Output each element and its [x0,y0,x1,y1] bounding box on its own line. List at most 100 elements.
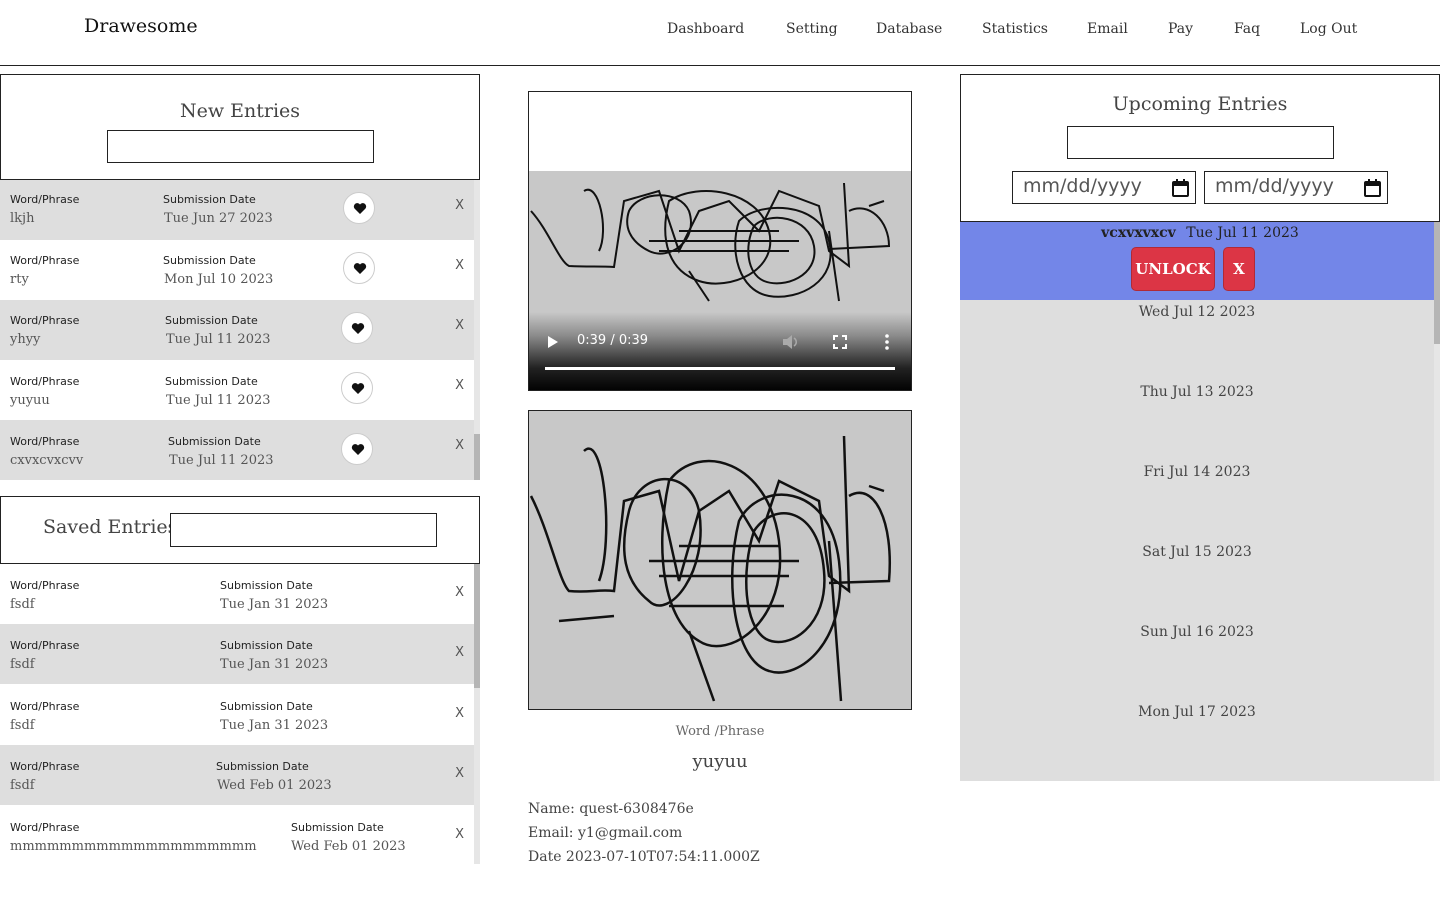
unlock-button[interactable]: UNLOCK [1131,247,1215,291]
upcoming-date-item[interactable]: Thu Jul 13 2023 [960,384,1434,400]
remove-button[interactable]: X [455,766,464,781]
list-item[interactable]: Word/Phrase lkjh Submission Date Tue Jun… [0,180,474,240]
date-value: Tue Jun 27 2023 [164,211,273,226]
remove-button[interactable]: X [455,198,464,213]
heart-icon[interactable] [343,252,375,284]
nav-faq[interactable]: Faq [1234,21,1260,37]
scrollbar-thumb[interactable] [474,564,480,688]
word-value: lkjh [10,211,35,226]
word-label: Word/Phrase [10,314,80,327]
remove-button[interactable]: X [455,438,464,453]
date-value: Wed Feb 01 2023 [291,839,406,854]
nav-statistics[interactable]: Statistics [982,21,1048,37]
video-progress-fill [545,367,895,370]
scrollbar-thumb[interactable] [474,434,480,480]
word-label: Word/Phrase [10,193,80,206]
nav-pay[interactable]: Pay [1168,21,1193,37]
volume-icon[interactable] [782,334,800,350]
detail-word: yuyuu [692,751,748,772]
date-value: Tue Jan 31 2023 [220,597,329,612]
date-to-input[interactable]: mm/dd/yyyy [1204,171,1388,204]
date-label: Submission Date [165,314,258,327]
saved-entries-title: Saved Entries [43,516,178,538]
list-item[interactable]: Word/Phrase fsdf Submission Date Tue Jan… [0,564,474,624]
nav-email[interactable]: Email [1087,21,1128,37]
remove-button[interactable]: X [455,378,464,393]
date-value: Tue Jul 11 2023 [166,332,271,347]
nav-logout[interactable]: Log Out [1300,21,1357,37]
drawing-canvas [528,410,912,710]
list-item[interactable]: Word/Phrase cxvxcvxcvv Submission Date T… [0,420,474,480]
remove-button[interactable]: X [455,258,464,273]
new-entries-search-input[interactable] [107,130,374,163]
list-item[interactable]: Word/Phrase fsdf Submission Date Tue Jan… [0,624,474,684]
detail-date: Date 2023-07-10T07:54:11.000Z [528,849,760,865]
scrollbar-thumb[interactable] [1434,222,1440,344]
word-value: fsdf [10,778,35,793]
date-value: Tue Jul 11 2023 [169,453,274,468]
heart-icon[interactable] [341,312,373,344]
selected-upcoming-item[interactable]: vcxvxvxcv Tue Jul 11 2023 UNLOCK X [960,222,1434,300]
upcoming-date-item[interactable]: Mon Jul 17 2023 [960,704,1434,720]
word-label: Word/Phrase [10,821,80,834]
nav-dashboard[interactable]: Dashboard [667,21,744,37]
date-label: Submission Date [220,639,313,652]
upcoming-search-input[interactable] [1067,126,1334,159]
more-options-icon[interactable] [885,334,889,350]
nav-setting[interactable]: Setting [786,21,838,37]
upcoming-entries-title: Upcoming Entries [1112,93,1288,115]
video-progress-track[interactable] [545,367,895,370]
word-label: Word/Phrase [10,639,80,652]
remove-button[interactable]: X [455,318,464,333]
word-label: Word/Phrase [10,700,80,713]
upcoming-date-item[interactable]: Sun Jul 16 2023 [960,624,1434,640]
nav-database[interactable]: Database [876,21,942,37]
remove-button[interactable]: X [455,706,464,721]
list-item[interactable]: Word/Phrase rty Submission Date Mon Jul … [0,240,474,300]
word-value: fsdf [10,597,35,612]
upcoming-scrollbar[interactable] [1434,222,1440,781]
selected-date: Tue Jul 11 2023 [1186,225,1299,241]
upcoming-entries-list: vcxvxvxcv Tue Jul 11 2023 UNLOCK X Wed J… [960,222,1440,781]
heart-icon[interactable] [341,372,373,404]
remove-button[interactable]: X [455,645,464,660]
calendar-icon[interactable] [1172,179,1189,197]
video-frame [529,171,911,316]
saved-entries-search-input[interactable] [170,513,437,547]
word-label: Word/Phrase [10,254,80,267]
saved-entries-scrollbar[interactable] [474,564,480,864]
list-item[interactable]: Word/Phrase mmmmmmmmmmmmmmmmmmmm Submiss… [0,806,474,864]
play-icon[interactable] [547,335,559,349]
upcoming-date-item[interactable]: Fri Jul 14 2023 [960,464,1434,480]
calendar-icon[interactable] [1364,179,1381,197]
drawing-video-player[interactable]: 0:39 / 0:39 [528,91,912,391]
date-label: Submission Date [163,254,256,267]
date-value: Mon Jul 10 2023 [164,272,274,287]
main-nav: Dashboard Setting Database Statistics Em… [0,21,1440,43]
heart-icon[interactable] [341,433,373,465]
new-entries-header: New Entries [0,74,480,180]
date-from-input[interactable]: mm/dd/yyyy [1012,171,1196,204]
list-item[interactable]: Word/Phrase fsdf Submission Date Wed Feb… [0,745,474,805]
date-value: Wed Feb 01 2023 [217,778,332,793]
date-label: Submission Date [168,435,261,448]
word-label: Word/Phrase [10,760,80,773]
date-value: Tue Jul 11 2023 [166,393,271,408]
list-item[interactable]: Word/Phrase yuyuu Submission Date Tue Ju… [0,360,474,420]
upcoming-date-item[interactable]: Sat Jul 15 2023 [960,544,1434,560]
new-entries-scrollbar[interactable] [474,180,480,480]
video-controls: 0:39 / 0:39 [529,312,911,390]
video-time: 0:39 / 0:39 [577,333,649,348]
scribble-frame [530,182,891,302]
list-item[interactable]: Word/Phrase fsdf Submission Date Tue Jan… [0,685,474,745]
selected-item-text: vcxvxvxcv Tue Jul 11 2023 [960,225,1440,241]
fullscreen-icon[interactable] [833,335,847,349]
word-value: cxvxcvxcvv [10,453,84,468]
heart-icon[interactable] [343,192,375,224]
remove-button[interactable]: X [455,827,464,842]
remove-button[interactable]: X [455,585,464,600]
remove-button[interactable]: X [1223,247,1255,291]
list-item[interactable]: Word/Phrase yhyy Submission Date Tue Jul… [0,300,474,360]
upcoming-date-item[interactable]: Wed Jul 12 2023 [960,304,1434,320]
date-value: Tue Jan 31 2023 [220,718,329,733]
